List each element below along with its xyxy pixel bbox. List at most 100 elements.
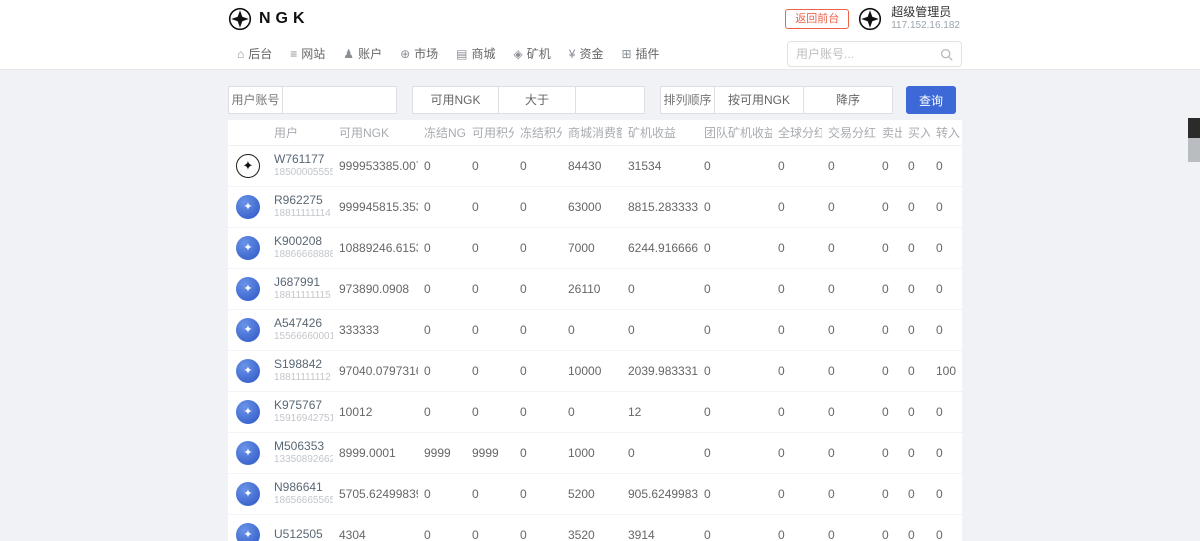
nav-item-网站[interactable]: ≡网站	[281, 38, 334, 69]
value-cell: 0	[514, 473, 562, 514]
avatar-cell: ✦	[228, 268, 268, 309]
value-cell: 0	[698, 473, 772, 514]
query-button[interactable]: 查询	[906, 86, 956, 114]
user-cell: N98664118656665565	[268, 473, 333, 514]
value-cell: 0	[876, 350, 902, 391]
blue-avatar[interactable]: ✦	[236, 482, 260, 506]
operator-select[interactable]: 大于	[498, 86, 576, 114]
value-cell: 3520	[562, 514, 622, 541]
value-cell: 6244.9166661	[622, 227, 698, 268]
avatar-cell: ✦	[228, 309, 268, 350]
value-cell: 0	[514, 309, 562, 350]
value-filter-input[interactable]	[576, 87, 644, 113]
table-row[interactable]: ✦S1988421881111111297040.079731650001000…	[228, 350, 962, 391]
account-filter-input[interactable]	[283, 87, 396, 113]
value-cell: 0	[418, 186, 466, 227]
column-header: 矿机收益	[622, 120, 698, 145]
blue-avatar[interactable]: ✦	[236, 523, 260, 541]
column-header: 用户	[268, 120, 333, 145]
value-cell: 100	[930, 350, 962, 391]
value-cell: 31534	[622, 145, 698, 186]
blue-avatar[interactable]: ✦	[236, 318, 260, 342]
admin-name: 超级管理员	[891, 5, 960, 20]
value-cell: 0	[622, 309, 698, 350]
blue-avatar[interactable]: ✦	[236, 359, 260, 383]
scrollbar[interactable]	[1188, 70, 1200, 541]
value-cell: 0	[514, 391, 562, 432]
order-direction-select[interactable]: 降序	[803, 86, 893, 114]
user-search-box[interactable]	[787, 41, 962, 67]
value-cell: 97040.07973165	[333, 350, 418, 391]
table-row[interactable]: ✦W76117718500005555999953385.00766000844…	[228, 145, 962, 186]
search-icon[interactable]	[940, 48, 953, 61]
user-table-card: 用户可用NGK冻结NGK可用积分冻结积分商城消费额矿机收益团队矿机收益全球分红交…	[228, 120, 962, 541]
order-field-select[interactable]: 按可用NGK	[714, 86, 804, 114]
field-select[interactable]: 可用NGK	[412, 86, 499, 114]
value-cell: 0	[698, 350, 772, 391]
table-row[interactable]: ✦N986641186566655655705.6249983900052009…	[228, 473, 962, 514]
user-phone: 15566660001	[274, 330, 333, 343]
scrollbar-thumb[interactable]	[1188, 118, 1200, 138]
account-filter-input-wrap	[282, 86, 397, 114]
user-name: A547426	[274, 316, 333, 330]
value-cell: 0	[418, 514, 466, 541]
blue-avatar[interactable]: ✦	[236, 441, 260, 465]
table-row[interactable]: ✦M506353133508926628999.0001999999990100…	[228, 432, 962, 473]
blue-avatar[interactable]: ✦	[236, 400, 260, 424]
value-cell: 999953385.00766	[333, 145, 418, 186]
column-header: 冻结NGK	[418, 120, 466, 145]
nav-item-后台[interactable]: ⌂后台	[228, 38, 281, 69]
table-row[interactable]: ✦R96227518811111114999945815.35373000630…	[228, 186, 962, 227]
value-cell: 63000	[562, 186, 622, 227]
nav-item-矿机[interactable]: ◈矿机	[505, 38, 560, 69]
user-phone: 18811111114	[274, 207, 333, 220]
value-cell: 0	[418, 391, 466, 432]
user-phone: 15916942751	[274, 412, 333, 425]
table-row[interactable]: ✦U512505430400035203914000000	[228, 514, 962, 541]
nav-item-账户[interactable]: ♟账户	[334, 38, 391, 69]
scrollbar-track-segment[interactable]	[1188, 138, 1200, 162]
value-cell: 0	[822, 186, 876, 227]
user-cell: W76117718500005555	[268, 145, 333, 186]
value-cell: 0	[418, 309, 466, 350]
blue-avatar[interactable]: ✦	[236, 195, 260, 219]
value-cell: 0	[930, 186, 962, 227]
table-row[interactable]: ✦K9757671591694275110012000012000000	[228, 391, 962, 432]
value-cell: 1000	[562, 432, 622, 473]
value-cell: 0	[698, 268, 772, 309]
table-row[interactable]: ✦K9002081886666888810889246.615366000700…	[228, 227, 962, 268]
ngk-logo-avatar[interactable]: ✦	[236, 154, 260, 178]
value-cell: 0	[902, 227, 930, 268]
back-to-frontend-button[interactable]: 返回前台	[785, 9, 849, 29]
nav-item-资金[interactable]: ¥资金	[560, 38, 613, 69]
brand-logo: NGK	[228, 0, 310, 38]
table-row[interactable]: ✦A5474261556666000133333300000000000	[228, 309, 962, 350]
admin-avatar-icon[interactable]	[858, 7, 882, 31]
value-cell: 0	[562, 309, 622, 350]
blue-avatar[interactable]: ✦	[236, 236, 260, 260]
column-header: 商城消费额	[562, 120, 622, 145]
value-cell: 0	[876, 432, 902, 473]
value-cell: 0	[772, 309, 822, 350]
nav-label: 账户	[358, 45, 382, 62]
value-cell: 333333	[333, 309, 418, 350]
value-cell: 0	[562, 391, 622, 432]
ngk-logo-icon	[228, 7, 252, 31]
user-table: 用户可用NGK冻结NGK可用积分冻结积分商城消费额矿机收益团队矿机收益全球分红交…	[228, 120, 962, 541]
nav-item-商城[interactable]: ▤商城	[447, 38, 504, 69]
nav-item-插件[interactable]: ⊞插件	[612, 38, 668, 69]
filter-bar: 用户账号 可用NGK 大于 排列顺序 按可用NGK 降序 查询	[228, 86, 962, 114]
value-cell: 905.62499839	[622, 473, 698, 514]
search-input[interactable]	[788, 47, 940, 61]
nav-item-市场[interactable]: ⊕市场	[391, 38, 447, 69]
column-header: 转入	[930, 120, 962, 145]
value-cell: 0	[514, 350, 562, 391]
nav-label: 市场	[414, 45, 438, 62]
value-cell: 0	[902, 309, 930, 350]
table-row[interactable]: ✦J68799118811111115973890.09080002611000…	[228, 268, 962, 309]
value-cell: 10000	[562, 350, 622, 391]
value-cell: 0	[822, 227, 876, 268]
blue-avatar[interactable]: ✦	[236, 277, 260, 301]
value-cell: 0	[772, 186, 822, 227]
value-cell: 0	[514, 145, 562, 186]
